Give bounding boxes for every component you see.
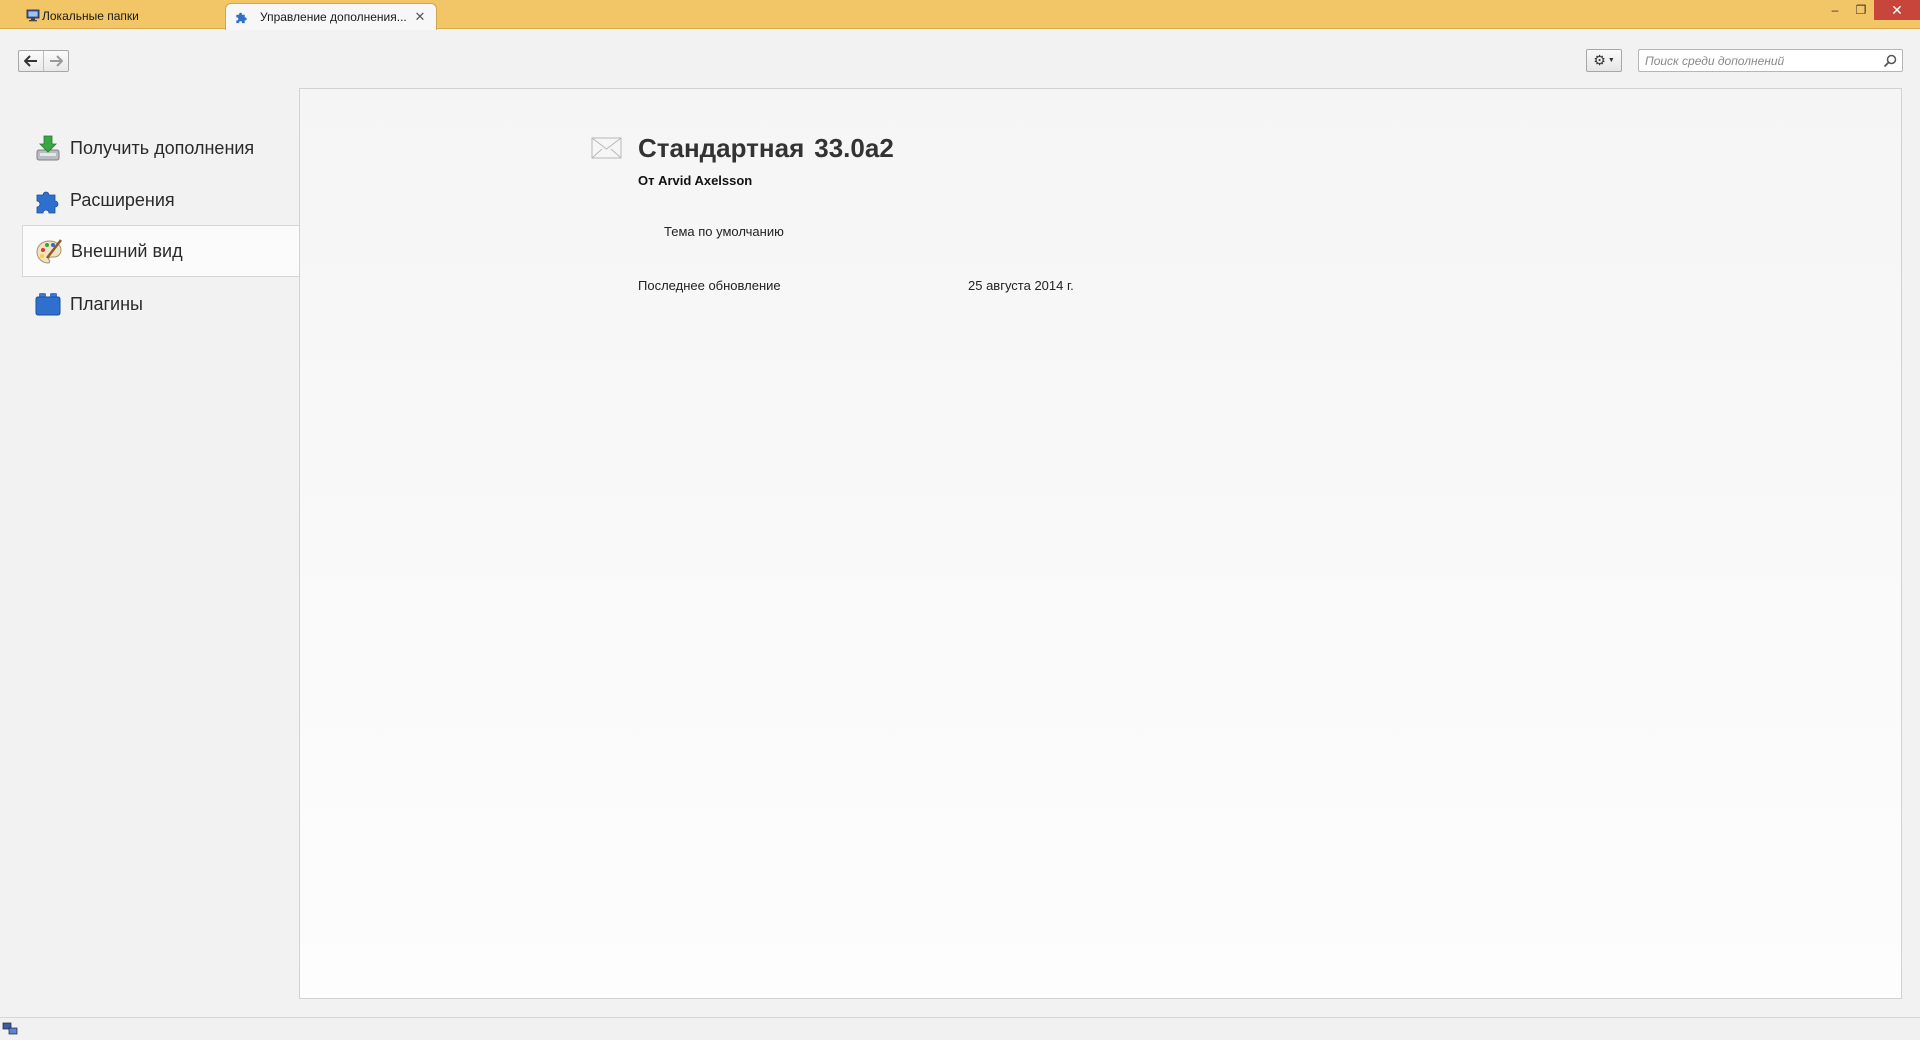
chevron-down-icon: ▼: [1607, 57, 1615, 64]
last-updated-value: 25 августа 2014 г.: [968, 278, 1074, 293]
puzzle-extensions-icon: [36, 191, 59, 214]
lego-plugins-icon: [35, 293, 61, 316]
window-controls: – ❐ ✕: [1822, 0, 1920, 22]
tools-menu-button[interactable]: ⚙ ▼: [1586, 49, 1622, 72]
palette-appearance-icon: [36, 239, 62, 264]
tab-addons-manager[interactable]: Управление дополнения... ✕: [225, 3, 437, 30]
category-sidebar: Получить дополнения Расширения Внешний в…: [0, 88, 300, 1015]
sidebar-item-extensions[interactable]: Расширения: [22, 174, 300, 226]
addon-detail-pane: Стандартная 33.0a2 От Arvid Axelsson Тема…: [299, 88, 1902, 999]
addon-name: Стандартная: [638, 133, 805, 163]
sidebar-item-label: Плагины: [70, 293, 143, 314]
minimize-button[interactable]: –: [1822, 0, 1848, 20]
close-tab-icon[interactable]: ✕: [412, 9, 428, 25]
addon-description: Тема по умолчанию: [664, 224, 784, 239]
status-bar: [0, 1017, 1920, 1040]
search-icon[interactable]: [1883, 54, 1897, 68]
arrow-left-icon: [24, 55, 37, 67]
sidebar-item-label: Получить дополнения: [70, 137, 255, 158]
restore-button[interactable]: ❐: [1848, 0, 1874, 20]
tab-bar: Локальные папки Управление дополнения...…: [0, 0, 1920, 30]
close-window-button[interactable]: ✕: [1874, 0, 1920, 20]
sidebar-item-label: Внешний вид: [71, 240, 183, 261]
network-status-icon[interactable]: [2, 1022, 18, 1036]
toolbar: ⚙ ▼: [0, 30, 1920, 88]
sidebar-item-appearance[interactable]: Внешний вид: [22, 225, 300, 277]
search-box: [1638, 49, 1903, 72]
sidebar-item-plugins[interactable]: Плагины: [22, 278, 300, 330]
forward-button[interactable]: [44, 51, 68, 71]
tab-label: Управление дополнения...: [260, 10, 407, 24]
back-button[interactable]: [19, 51, 44, 71]
sidebar-item-get-addons[interactable]: Получить дополнения: [22, 122, 300, 174]
envelope-icon: [591, 137, 622, 159]
addon-version: 33.0a2: [814, 133, 894, 163]
tab-local-folders[interactable]: Локальные папки: [18, 2, 218, 29]
last-updated-label: Последнее обновление: [638, 278, 781, 293]
download-addons-icon: [36, 135, 60, 161]
addon-title: Стандартная 33.0a2: [638, 133, 894, 164]
tab-label: Локальные папки: [42, 8, 139, 23]
local-folders-icon: [26, 9, 40, 22]
puzzle-icon: [236, 12, 247, 24]
addon-author: От Arvid Axelsson: [638, 173, 753, 188]
navigation-buttons: [18, 50, 69, 72]
sidebar-item-label: Расширения: [70, 189, 175, 210]
gear-icon: ⚙: [1593, 52, 1606, 68]
search-input[interactable]: [1639, 50, 1902, 71]
arrow-right-icon: [50, 55, 63, 67]
addons-manager-window: Локальные папки Управление дополнения...…: [0, 0, 1920, 1040]
